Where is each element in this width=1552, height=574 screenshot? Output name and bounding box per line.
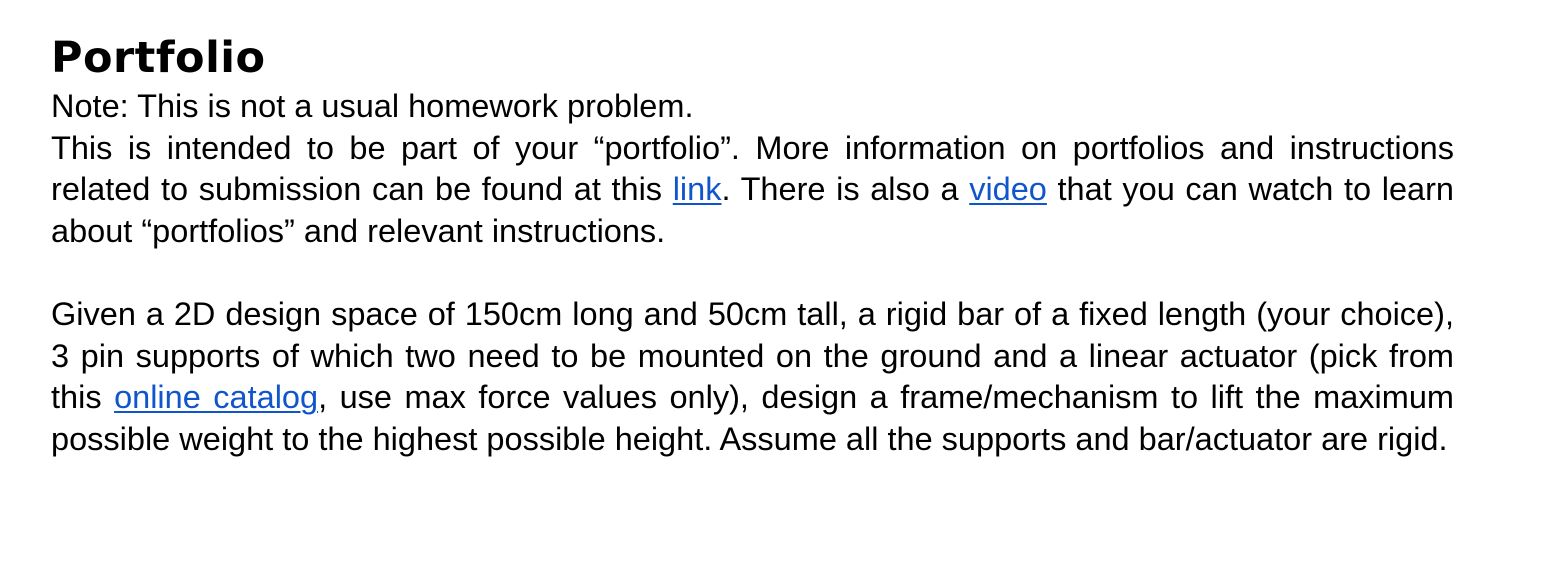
portfolio-info-link[interactable]: link: [673, 171, 722, 207]
problem-paragraph: Given a 2D design space of 150cm long an…: [51, 294, 1454, 460]
note-line: Note: This is not a usual homework probl…: [51, 88, 694, 124]
online-catalog-link[interactable]: online catalog: [114, 379, 318, 415]
intro-paragraph: This is intended to be part of your “por…: [51, 128, 1454, 253]
page-title: Portfolio: [51, 33, 266, 83]
document-body: Portfolio Note: This is not a usual home…: [51, 30, 1454, 460]
portfolio-video-link[interactable]: video: [969, 171, 1047, 207]
intro-text-2: . There is also a: [721, 171, 970, 207]
